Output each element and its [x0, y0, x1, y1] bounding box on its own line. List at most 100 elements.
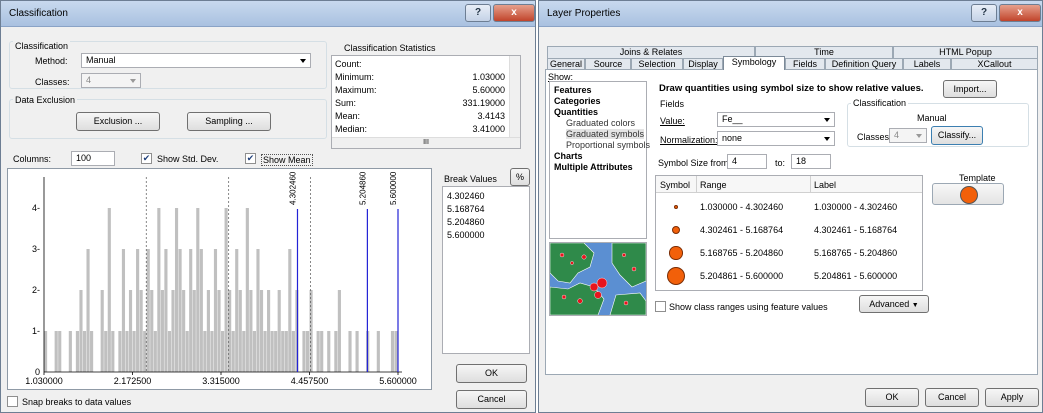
histogram-bar [334, 331, 338, 372]
normalization-dropdown[interactable]: none [717, 131, 835, 146]
histogram-bar [196, 208, 200, 372]
histogram-bar [100, 290, 104, 372]
map-land [609, 292, 646, 315]
map-symbol [559, 252, 565, 258]
show-std-dev-checkbox[interactable]: ✔ [141, 153, 152, 164]
histogram-bar [281, 331, 285, 372]
show-tree-item[interactable]: Graduated symbols [566, 129, 645, 139]
columns-spinner[interactable]: 100 [71, 151, 115, 166]
histogram-bar [182, 290, 186, 372]
chevron-down-icon [130, 78, 136, 83]
stats-row-value: 3.41000 [472, 124, 505, 134]
show-tree-item[interactable]: Quantities [554, 107, 598, 117]
show-mean-checkbox[interactable]: ✔ [245, 153, 256, 164]
classes-dropdown[interactable]: 4 [889, 128, 927, 143]
histogram-bar [90, 331, 94, 372]
classes-dropdown[interactable]: 4 [81, 73, 141, 88]
close-button[interactable]: x [999, 4, 1041, 22]
advanced-button[interactable]: Advanced ▼ [859, 295, 929, 313]
histogram-bar [242, 331, 246, 372]
symbol-size-from-input[interactable]: 4 [727, 154, 767, 169]
show-tree-item[interactable]: Graduated colors [566, 118, 635, 128]
show-tree-item[interactable]: Multiple Attributes [554, 162, 633, 172]
classification-title: Classification [9, 8, 68, 19]
histogram-bar [259, 290, 264, 372]
stats-vscroll[interactable] [509, 56, 520, 138]
import-button[interactable]: Import... [943, 80, 997, 98]
histogram-bar [316, 331, 320, 372]
histogram-bar [136, 249, 140, 372]
histogram-bar [320, 331, 324, 372]
histogram-bar [58, 331, 62, 372]
symbol-circle-icon [667, 267, 685, 285]
help-button[interactable]: ? [971, 4, 997, 22]
stats-row: Mean: 3.4143 [335, 111, 505, 123]
break-value-item[interactable]: 5.204860 [447, 217, 485, 227]
show-tree-item[interactable]: Categories [554, 96, 601, 106]
stats-title: Classification Statistics [344, 43, 436, 53]
histogram-bar [277, 290, 281, 372]
histogram-bar [327, 331, 331, 372]
x-tick-label: 5.600000 [379, 376, 417, 386]
symbol-size-from-label: Symbol Size from: [658, 158, 732, 168]
cancel-button[interactable]: Cancel [456, 390, 527, 409]
tab-row1-item[interactable]: HTML Popup [893, 46, 1038, 58]
column-header-range[interactable]: Range [700, 180, 727, 190]
map-symbol [570, 261, 574, 265]
histogram-bar [139, 290, 143, 372]
histogram-bar [54, 331, 58, 372]
method-dropdown[interactable]: Manual [81, 53, 311, 68]
advanced-label: Advanced [869, 299, 910, 309]
histogram-bar [348, 331, 352, 372]
show-tree[interactable]: Features Categories Quantities Graduated co… [549, 81, 650, 239]
cancel-button[interactable]: Cancel [925, 388, 979, 407]
symbol-table[interactable]: Symbol Range Label 1.030000 - 4.302460 1.… [655, 175, 923, 291]
stats-row-label: Sum: [335, 98, 357, 108]
histogram-bar [249, 290, 253, 372]
value-dropdown[interactable]: Fe__ [717, 112, 835, 127]
show-tree-item[interactable]: Proportional symbols [566, 140, 650, 150]
apply-button[interactable]: Apply [985, 388, 1039, 407]
break-values-list[interactable]: 4.302460 5.168764 5.204860 5.600000 [442, 186, 530, 354]
template-button[interactable] [932, 183, 1004, 205]
show-class-ranges-checkbox[interactable] [655, 301, 666, 312]
method-value: Manual [86, 55, 116, 65]
classify-button[interactable]: Classify... [931, 126, 983, 145]
histogram-bar [231, 331, 235, 372]
histogram-bar [185, 331, 189, 372]
symbol-size-to-input[interactable]: 18 [791, 154, 831, 169]
template-label: Template [959, 173, 996, 183]
histogram-bar [245, 208, 249, 372]
show-tree-item[interactable]: Charts [554, 151, 583, 161]
break-value-item[interactable]: 4.302460 [447, 191, 485, 201]
histogram-bar [302, 331, 306, 372]
break-value-item[interactable]: 5.600000 [447, 230, 485, 240]
percent-button[interactable]: % [510, 168, 530, 186]
close-button[interactable]: x [493, 4, 535, 22]
help-button[interactable]: ? [465, 4, 491, 22]
column-header-label[interactable]: Label [814, 180, 836, 190]
break-value-item[interactable]: 5.168764 [447, 204, 485, 214]
sampling-button[interactable]: Sampling ... [187, 112, 271, 131]
histogram-bar [107, 208, 111, 372]
stats-hscroll[interactable]: III [332, 137, 520, 148]
exclusion-button[interactable]: Exclusion ... [76, 112, 160, 131]
table-row[interactable]: 5.168765 - 5.204860 5.168765 - 5.204860 [656, 242, 922, 264]
table-row[interactable]: 4.302461 - 5.168764 4.302461 - 5.168764 [656, 219, 922, 241]
table-row[interactable]: 1.030000 - 4.302460 1.030000 - 4.302460 [656, 196, 922, 218]
ok-button[interactable]: OK [456, 364, 527, 383]
row-range: 5.204861 - 5.600000 [700, 271, 784, 281]
tab-symbology[interactable]: Symbology [723, 56, 785, 70]
show-tree-item[interactable]: Features [554, 85, 592, 95]
column-header-symbol[interactable]: Symbol [660, 180, 690, 190]
histogram-panel[interactable]: 0 1- 2- 3- 4- 1.030000 2.172500 3.315000 4.45750… [7, 168, 432, 390]
histogram-bar [82, 331, 87, 372]
x-tick-label: 4.457500 [291, 376, 329, 386]
ok-button[interactable]: OK [865, 388, 919, 407]
table-row[interactable]: 5.204861 - 5.600000 5.204861 - 5.600000 [656, 265, 922, 287]
histogram-bar [44, 331, 48, 372]
stats-box[interactable]: Count: Minimum: 1.03000 Maximum: 5.60000 Sum:… [331, 55, 521, 149]
snap-breaks-checkbox[interactable] [7, 396, 18, 407]
stats-row-value: 5.60000 [472, 85, 505, 95]
row-range: 4.302461 - 5.168764 [700, 225, 784, 235]
